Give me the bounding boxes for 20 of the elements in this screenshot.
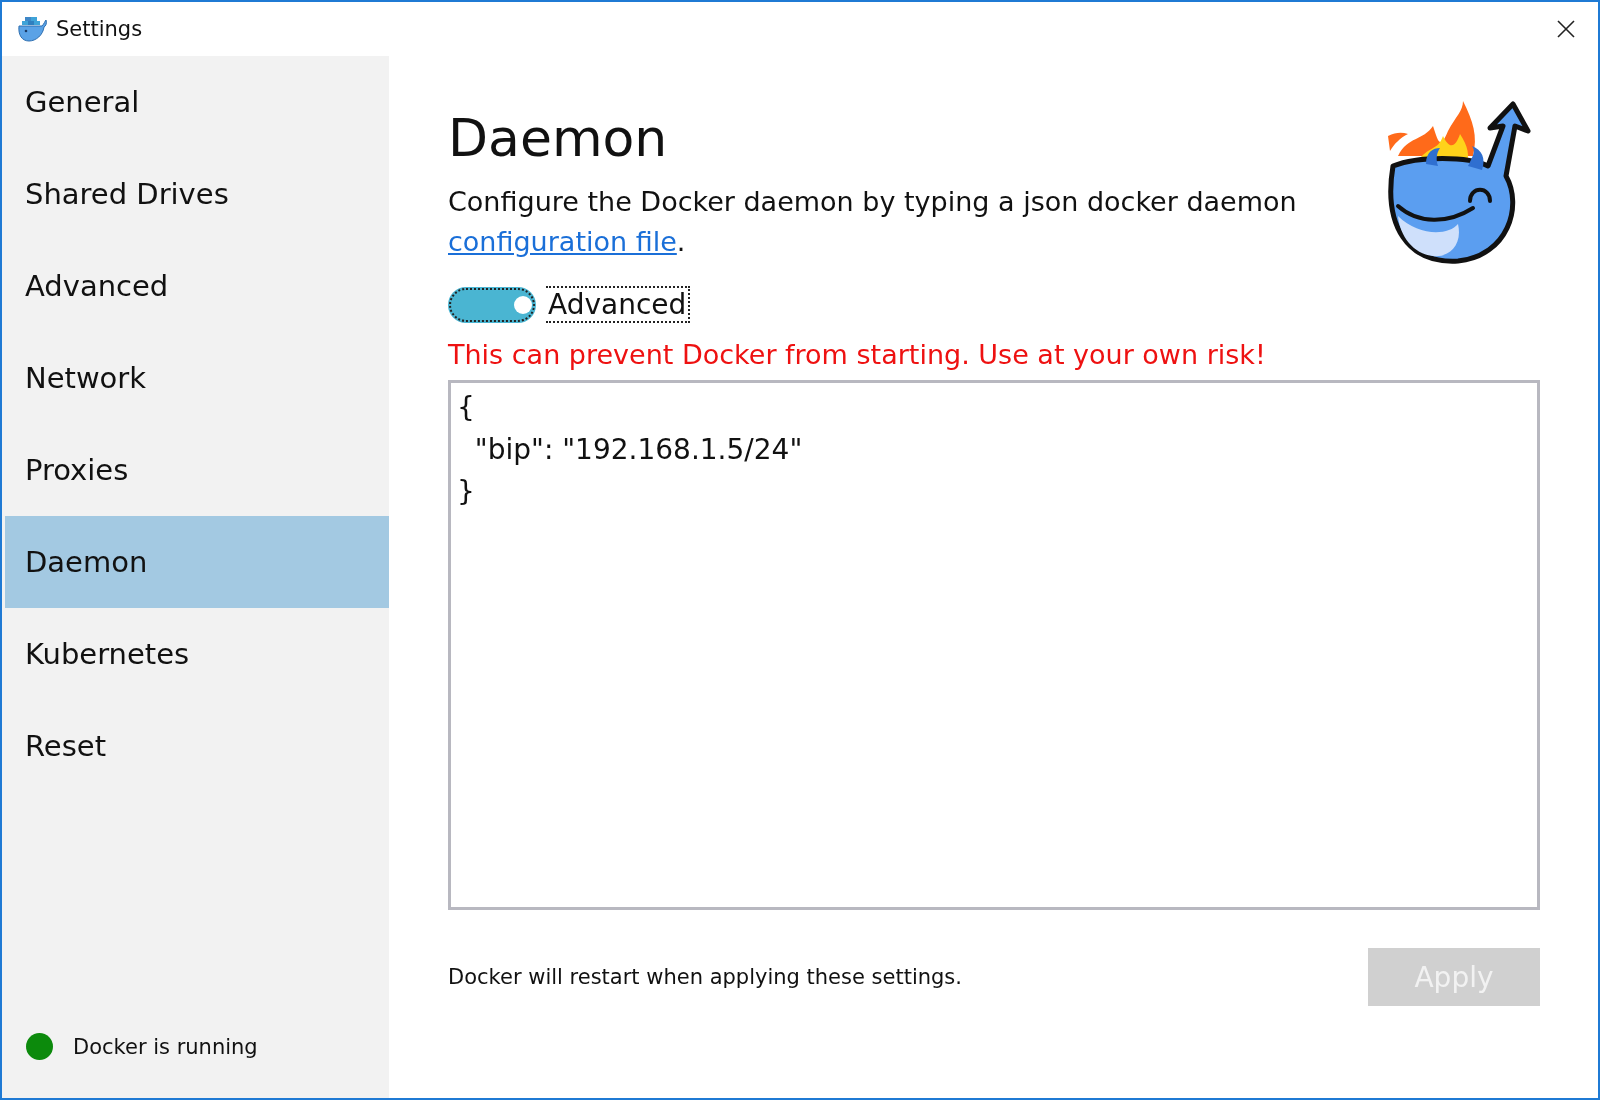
close-icon[interactable] <box>1556 19 1576 39</box>
json-editor-field[interactable]: { "bip": "192.168.1.5/24" } <box>448 380 1540 910</box>
window-title: Settings <box>56 17 144 41</box>
sidebar-item[interactable]: Network <box>5 332 389 424</box>
sidebar-item[interactable]: Kubernetes <box>5 608 389 700</box>
sidebar-item[interactable]: Proxies <box>5 424 389 516</box>
page-heading: Daemon <box>448 108 669 168</box>
description-text: Configure the Docker daemon by typing a json docker daemon configuration file. <box>448 185 1298 259</box>
configuration-file-link[interactable]: configuration file <box>448 226 677 257</box>
sidebar-item[interactable]: General <box>5 56 389 148</box>
sidebar-item[interactable]: Shared Drives <box>5 148 389 240</box>
warning-text: This can prevent Docker from starting. Use at your own risk! <box>448 339 1267 370</box>
advanced-toggle[interactable] <box>448 286 536 323</box>
status-text: Docker is running <box>73 1034 258 1059</box>
toggle-label[interactable]: Advanced <box>546 286 691 323</box>
sidebar-item[interactable]: Reset <box>5 700 389 792</box>
sidebar-item[interactable]: Advanced <box>5 240 389 332</box>
footer-note: Docker will restart when applying these settings. <box>448 965 962 989</box>
whale-icon <box>16 15 48 43</box>
sidebar-item[interactable]: Daemon <box>5 516 389 608</box>
